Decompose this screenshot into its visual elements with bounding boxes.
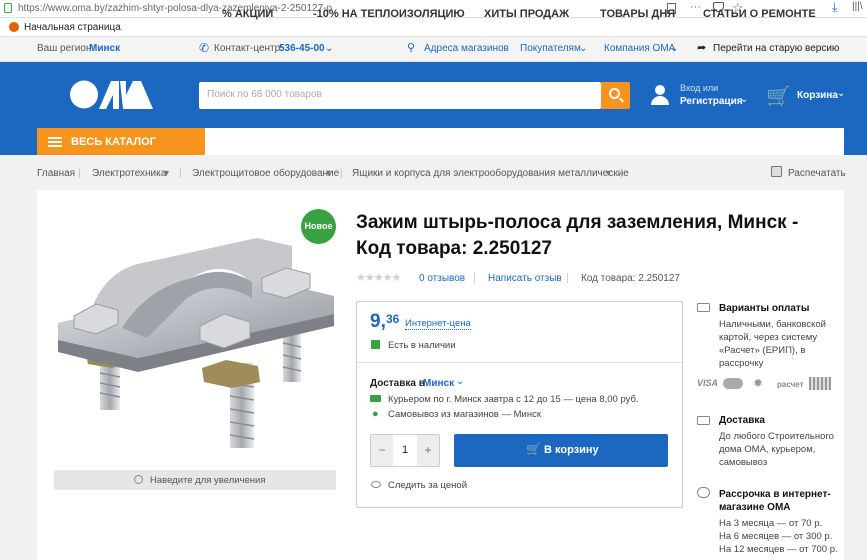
installment-line: На 12 месяцев — от 700 р. — [719, 544, 838, 555]
chevron-down-icon: ⌄ — [670, 43, 679, 54]
delivery-title: Доставка — [719, 415, 765, 426]
payment-title: Варианты оплаты — [719, 303, 810, 314]
delivery-label: Доставка в — [370, 378, 425, 389]
truck-icon — [370, 395, 381, 402]
write-review-link[interactable]: Написать отзыв — [488, 273, 562, 284]
lock-icon — [4, 3, 12, 13]
cart-icon: 🛒 — [526, 442, 541, 456]
payment-desc: Наличными, банковской картой, через сист… — [719, 319, 826, 369]
more-icon[interactable]: ··· — [690, 1, 701, 13]
belkart-icon: ✹ — [753, 376, 764, 390]
contact-label: Контакт-центр: — [214, 43, 283, 54]
old-version-link[interactable]: Перейти на старую версию — [713, 43, 839, 54]
stock-icon — [371, 340, 380, 349]
firefox-icon — [9, 22, 19, 32]
top-info-strip: Ваш регион: Минск ✆ Контакт-центр: 536-4… — [0, 37, 867, 62]
breadcrumb-home[interactable]: Главная — [37, 168, 75, 179]
search-icon — [609, 88, 620, 99]
nav-day-goods[interactable]: ТОВАРЫ ДНЯ — [600, 8, 675, 20]
catalog-label: ВЕСЬ КАТАЛОГ — [71, 136, 156, 148]
map-pin-icon: ⚲ — [407, 42, 416, 54]
product-image[interactable] — [52, 238, 334, 464]
print-link[interactable]: Распечатать — [788, 168, 846, 179]
arrow-icon: ➦ — [697, 42, 707, 54]
catalog-button[interactable]: ВЕСЬ КАТАЛОГ — [37, 128, 205, 155]
user-icon[interactable] — [651, 85, 669, 105]
bookmark-home[interactable]: Начальная страница — [24, 22, 121, 33]
nav-sale[interactable]: % АКЦИИ — [222, 8, 273, 20]
visa-icon: VISA — [697, 378, 719, 388]
installment-line: На 6 месяцев — от 300 р. — [719, 531, 833, 542]
piggy-icon — [697, 487, 710, 498]
cart-link[interactable]: Корзина — [797, 90, 838, 101]
nav-articles[interactable]: СТАТЬИ О РЕМОНТЕ — [703, 8, 816, 20]
chevron-down-icon: ⌄ — [456, 376, 465, 387]
chevron-down-icon: ⌄ — [740, 94, 749, 105]
region-link[interactable]: Минск — [89, 43, 120, 54]
printer-icon[interactable] — [771, 166, 782, 177]
breadcrumb-electro[interactable]: Электротехника — [92, 168, 166, 179]
nav-hits[interactable]: ХИТЫ ПРОДАЖ — [484, 8, 569, 20]
buy-divider — [357, 362, 682, 363]
phone-icon: ✆ — [199, 41, 210, 55]
zoom-hint: Наведите для увеличения — [150, 475, 266, 486]
eye-icon — [371, 481, 381, 488]
pickup-text: Самовывоз из магазинов — Минск — [388, 409, 541, 420]
price-fraction: 36 — [386, 312, 400, 326]
map-pin-icon: ● — [372, 408, 379, 420]
price-integer: 9, — [370, 311, 386, 332]
stores-link[interactable]: Адреса магазинов — [424, 43, 509, 54]
product-code: Код товара: 2.250127 — [581, 273, 680, 284]
wallet-icon — [697, 303, 710, 312]
qty-minus[interactable]: − — [371, 435, 393, 466]
region-label: Ваш регион: — [37, 43, 95, 54]
rating-stars: ★★★★★ — [356, 272, 401, 284]
erip-icon — [809, 377, 831, 390]
download-icon[interactable]: ⤓ — [832, 0, 837, 15]
search-input[interactable]: Поиск по 68 000 товаров — [199, 82, 601, 109]
register-link[interactable]: Регистрация — [680, 96, 743, 107]
nav-insulation[interactable]: -10% НА ТЕПЛОИЗОЛЯЦИЮ — [313, 8, 465, 20]
chevron-down-icon: ⌄ — [325, 43, 334, 54]
add-to-cart-button[interactable]: 🛒 В корзину — [454, 434, 668, 467]
zoom-hint-bar: Наведите для увеличения — [54, 470, 336, 490]
reviews-link[interactable]: 0 отзывов — [419, 273, 465, 284]
payment-icons: VISA ✹ расчет — [697, 376, 837, 392]
logo[interactable] — [68, 78, 154, 111]
product-title: Зажим штырь-полоса для заземления, Минск… — [356, 212, 799, 259]
price-label[interactable]: Интернет-цена — [405, 318, 471, 330]
qty-plus[interactable]: + — [417, 435, 439, 466]
buyers-menu[interactable]: Покупателям — [520, 43, 581, 54]
chevron-down-icon: ⌄ — [579, 43, 588, 54]
installment-line: На 3 месяца — от 70 р. — [719, 518, 823, 529]
add-to-cart-label: В корзину — [544, 444, 599, 456]
cart-icon[interactable]: 🛒 — [766, 84, 791, 109]
login-small: Вход или — [680, 83, 719, 93]
stock-status: Есть в наличии — [388, 340, 456, 351]
truck-icon — [697, 416, 710, 425]
breadcrumb-switchgear[interactable]: Электрощитовое оборудование — [192, 168, 339, 179]
chevron-down-icon: ⌄ — [837, 88, 846, 99]
delivery-desc: До любого Строительного дома ОМА, курьер… — [719, 431, 834, 468]
contact-phone[interactable]: 536-45-00 — [279, 43, 325, 54]
bookmarks-bar: Начальная страница — [0, 18, 867, 37]
new-badge: Новое — [301, 209, 336, 244]
url-text[interactable]: https://www.oma.by/zazhim-shtyr-polosa-d… — [18, 3, 332, 14]
mastercard-icon — [723, 378, 743, 389]
watch-price-link[interactable]: Следить за ценой — [388, 480, 467, 491]
qty-input[interactable]: 1 — [393, 435, 417, 466]
raschet-icon: расчет — [777, 380, 804, 389]
library-icon[interactable]: |||\ — [852, 1, 863, 12]
search-button[interactable] — [601, 82, 630, 109]
courier-text: Курьером по г. Минск завтра с 12 до 15 —… — [388, 394, 639, 405]
new-badge-label: Новое — [304, 221, 333, 231]
company-menu[interactable]: Компания ОМА — [604, 43, 675, 54]
installment-title: Рассрочка в интернет-магазине ОМА — [719, 489, 831, 513]
quantity-stepper[interactable]: − 1 + — [370, 434, 440, 467]
delivery-city[interactable]: Минск — [423, 378, 454, 389]
breadcrumb-boxes[interactable]: Ящики и корпуса для электрооборудования … — [352, 168, 629, 179]
zoom-icon — [134, 475, 143, 484]
